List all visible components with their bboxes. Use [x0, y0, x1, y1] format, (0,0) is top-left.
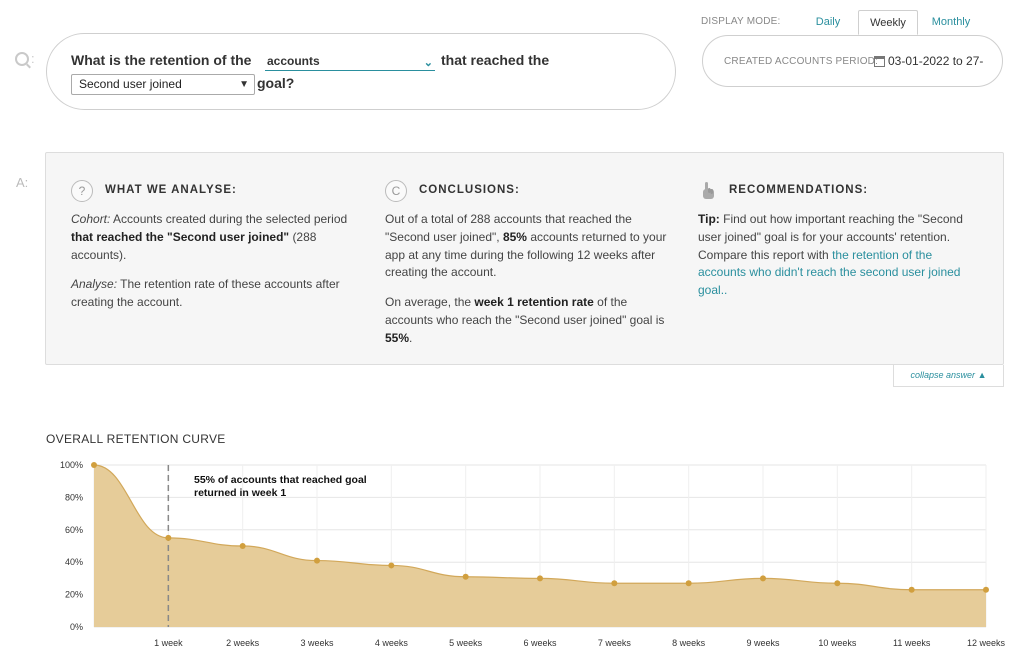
data-point — [760, 575, 766, 582]
x-tick-label: 1 week — [154, 638, 183, 648]
data-point — [685, 580, 692, 587]
recommendations-title: RECOMMENDATIONS: — [729, 184, 869, 197]
cohort-description: Cohort: Accounts created during the sele… — [71, 212, 348, 262]
y-axis-ticks: 0% 20% 40% 60% 80% 100% — [60, 460, 83, 632]
data-point — [537, 575, 543, 582]
chart-title: OVERALL RETENTION CURVE — [46, 432, 226, 446]
period-value: 03-01-2022 to 27- — [888, 54, 984, 68]
x-tick-label: 8 weeks — [672, 638, 706, 648]
answer-panel: ? WHAT WE ANALYSE: Cohort: Accounts crea… — [45, 152, 1004, 365]
hand-pointer-icon — [703, 182, 714, 199]
conclusion-paragraph-1: Out of a total of 288 accounts that reac… — [385, 212, 667, 280]
period-label: CREATED ACCOUNTS PERIOD: — [724, 56, 879, 67]
calendar-icon — [874, 56, 885, 67]
conclusions-section: C CONCLUSIONS: Out of a total of 288 acc… — [385, 179, 675, 360]
goal-select[interactable]: Second user joined ▼ — [71, 74, 255, 95]
question-colon: : — [31, 51, 35, 66]
data-point — [834, 580, 841, 587]
chart-annotation-line1: 55% of accounts that reached goal — [194, 474, 367, 486]
data-point — [611, 580, 618, 587]
recommendation-tip: Tip: Find out how important reaching the… — [698, 212, 963, 298]
chart-annotation-line2: returned in week 1 — [194, 487, 286, 499]
y-tick-label: 100% — [60, 460, 83, 470]
y-tick-label: 80% — [65, 492, 83, 502]
y-tick-label: 0% — [70, 622, 83, 632]
conclusions-icon: C — [385, 180, 407, 202]
x-tick-label: 7 weeks — [598, 638, 632, 648]
tip-label: Tip: — [698, 212, 720, 226]
data-point — [91, 462, 97, 468]
x-tick-label: 6 weeks — [523, 638, 557, 648]
data-point — [462, 573, 469, 580]
x-tick-label: 2 weeks — [226, 638, 260, 648]
entity-select-value: accounts — [267, 54, 320, 68]
conclusion-paragraph-2: On average, the week 1 retention rate of… — [385, 295, 665, 345]
answer-label: A: — [16, 175, 29, 190]
what-we-analyse-section: ? WHAT WE ANALYSE: Cohort: Accounts crea… — [71, 179, 361, 324]
question-mark-icon: ? — [71, 180, 93, 202]
question-bar: What is the retention of the accounts ⌄ … — [46, 33, 676, 110]
data-point — [239, 543, 246, 549]
data-point — [908, 586, 915, 593]
goal-select-value: Second user joined — [79, 77, 182, 91]
question-text-part2: that reached the — [441, 52, 550, 68]
display-mode-label: DISPLAY MODE: — [701, 16, 781, 27]
data-point — [314, 557, 320, 564]
conclusions-title: CONCLUSIONS: — [419, 184, 520, 197]
data-point — [983, 586, 989, 593]
x-tick-label: 12 weeks — [967, 638, 1006, 648]
period-selector[interactable]: CREATED ACCOUNTS PERIOD: 03-01-2022 to 2… — [702, 35, 1003, 87]
x-tick-label: 3 weeks — [300, 638, 334, 648]
analyse-description: Analyse: The retention rate of these acc… — [71, 277, 340, 310]
cohort-label: Cohort: — [71, 212, 111, 226]
x-tick-label: 11 weeks — [893, 638, 931, 648]
question-text-part1: What is the retention of the — [71, 52, 252, 68]
x-tick-label: 9 weeks — [746, 638, 780, 648]
recommendations-section: RECOMMENDATIONS: Tip: Find out how impor… — [698, 179, 983, 312]
chevron-down-icon: ▼ — [239, 79, 249, 90]
x-axis-ticks: 1 week 2 weeks 3 weeks 4 weeks 5 weeks 6 week… — [154, 638, 1005, 648]
collapse-answer-button[interactable]: collapse answer ▲ — [893, 365, 1004, 387]
question-icon — [15, 52, 29, 66]
x-tick-label: 4 weeks — [375, 638, 409, 648]
what-we-analyse-title: WHAT WE ANALYSE: — [105, 184, 237, 197]
retention-chart: 0% 20% 40% 60% 80% 100% 1 week 2 weeks 3 weeks 4… — [60, 460, 1006, 648]
y-tick-label: 20% — [65, 590, 83, 600]
chevron-up-icon: ▲ — [977, 370, 987, 380]
data-point — [165, 534, 172, 541]
data-point — [388, 562, 395, 569]
chevron-down-icon: ⌄ — [423, 57, 433, 69]
x-tick-label: 10 weeks — [818, 638, 857, 648]
tab-monthly[interactable]: Monthly — [924, 10, 978, 35]
analyse-label: Analyse: — [71, 277, 118, 292]
y-tick-label: 40% — [65, 557, 83, 567]
tab-weekly[interactable]: Weekly — [858, 10, 918, 35]
tab-daily[interactable]: Daily — [808, 10, 848, 35]
question-text-part3: goal? — [257, 75, 295, 91]
entity-select[interactable]: accounts ⌄ — [265, 53, 435, 71]
y-tick-label: 60% — [65, 525, 83, 535]
x-tick-label: 5 weeks — [449, 638, 483, 648]
